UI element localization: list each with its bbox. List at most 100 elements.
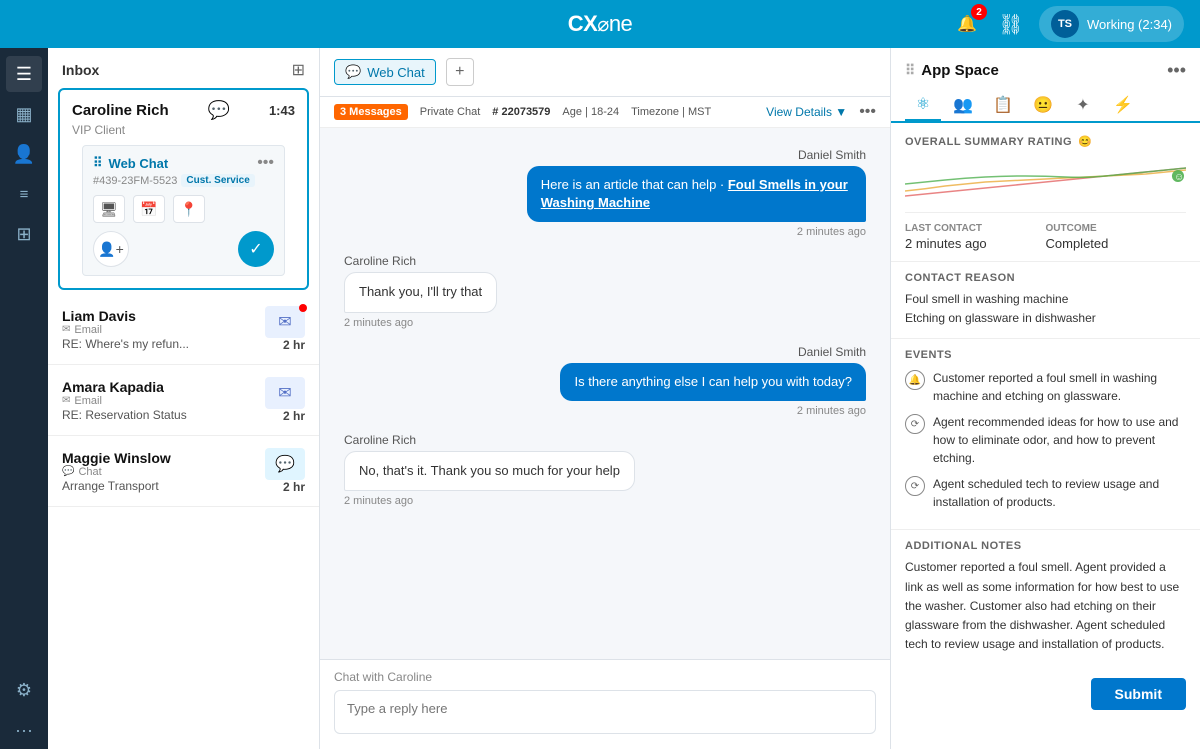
inbox-item-liam[interactable]: Liam Davis ✉ Email RE: Where's my refun.… [48,294,319,365]
webchat-meta: #439-23FM-5523 Cust. Service [93,174,274,187]
tab-contact[interactable]: 📋 [985,89,1021,121]
item-type: 💬 Chat [62,466,255,478]
inbox-icon: ☰ [16,64,32,85]
chat-tab-active[interactable]: 💬 Web Chat [334,59,436,85]
msg-sender: Daniel Smith [798,148,866,162]
lightning-icon: ⚡ [1113,95,1133,115]
submit-button[interactable]: Submit [1091,678,1186,710]
sidebar-item-reports[interactable]: ≡ [6,176,42,212]
agent-status-label: Working (2:34) [1087,17,1172,32]
add-tab-button[interactable]: + [446,58,474,86]
assign-button[interactable]: 👤+ [93,231,129,267]
inbox-item-content: Maggie Winslow 💬 Chat Arrange Transport [62,450,255,493]
active-contact-card[interactable]: Caroline Rich 💬 1:43 VIP Client ⠿ Web Ch… [58,88,309,290]
contact-reason-title: CONTACT REASON [905,272,1186,284]
reply-input[interactable] [334,690,876,734]
message-bubble: Here is an article that can help · Foul … [527,166,866,222]
check-icon: ✓ [249,239,262,259]
item-time: 2 hr [265,409,305,423]
reply-label: Chat with Caroline [334,670,876,684]
tab-summary[interactable]: ⚛ [905,89,941,121]
event-text-3: Agent scheduled tech to review usage and… [933,475,1186,511]
messages-button[interactable]: ⛓ [995,8,1027,40]
topbar: CX⌀ne 🔔 2 ⛓ TS Working (2:34) [0,0,1200,48]
submit-row: Submit [891,668,1200,724]
contact-reason-section: CONTACT REASON Foul smell in washing mac… [891,261,1200,338]
email-type-icon: ✉ [62,324,70,335]
sidebar-item-calendar[interactable]: ▦ [6,96,42,132]
inbox-item-content: Liam Davis ✉ Email RE: Where's my refun.… [62,308,255,351]
chat-options[interactable]: ••• [859,103,876,121]
inbox-panel: Inbox ⊞ Caroline Rich 💬 1:43 VIP Client … [48,48,320,749]
message-group-customer-2: Caroline Rich No, that's it. Thank you s… [344,433,866,507]
contact-subtitle: VIP Client [72,123,295,137]
location-action-btn[interactable]: 📍 [173,195,205,223]
left-nav: ☰ ▦ 👤 ≡ ⊞ ⚙ ··· [0,48,48,749]
sidebar-item-settings[interactable]: ⚙ [6,672,42,708]
notes-title: ADDITIONAL NOTES [905,540,1186,552]
tab-brightness[interactable]: ✦ [1065,89,1101,121]
agent-avatar: TS [1051,10,1079,38]
timezone-label: Timezone | MST [631,106,711,118]
happy-emoji: 😊 [1078,135,1092,148]
email-type-icon2: ✉ [62,395,70,406]
sidebar-item-dashboard[interactable]: ⊞ [6,216,42,252]
inbox-list-toggle[interactable]: ⊞ [292,60,305,80]
item-subject: RE: Reservation Status [62,408,255,422]
calendar-action-btn[interactable]: 📅 [133,195,165,223]
drag-handle[interactable]: ⠿ [93,155,103,171]
event-item-1: 🔔 Customer reported a foul smell in wash… [905,369,1186,405]
chat-id: # 22073579 [492,106,550,118]
inbox-item-amara[interactable]: Amara Kapadia ✉ Email RE: Reservation St… [48,365,319,436]
item-subject: RE: Where's my refun... [62,337,255,351]
sidebar-item-inbox[interactable]: ☰ [6,56,42,92]
logo: CX⌀ne [568,11,633,37]
svg-text:☺: ☺ [1174,172,1184,183]
monitor-icon: 🖥 [100,201,118,218]
msg-sender: Caroline Rich [344,433,416,447]
envelope-icon2: ✉ [278,383,291,403]
summary-section: OVERALL SUMMARY RATING 😊 ☺ [891,123,1200,261]
reply-area: Chat with Caroline [320,659,890,749]
item-name: Maggie Winslow [62,450,255,466]
notifications-button[interactable]: 🔔 2 [951,8,983,40]
webchat-tab-icon: 💬 [345,64,361,80]
webchat-options[interactable]: ••• [257,154,274,172]
calendar-icon: ▦ [15,104,32,125]
events-title: EVENTS [905,349,1186,361]
service-badge: Cust. Service [181,174,254,187]
location-icon: 📍 [180,201,197,218]
accept-button[interactable]: ✓ [238,231,274,267]
tab-mood[interactable]: 😐 [1025,89,1061,121]
item-time: 2 hr [265,338,305,352]
webchat-title: ⠿ Web Chat [93,155,168,171]
item-type: ✉ Email [62,395,255,407]
item-time-area: 💬 2 hr [265,448,305,494]
additional-notes-section: ADDITIONAL NOTES Customer reported a fou… [891,529,1200,668]
video-action-btn[interactable]: 🖥 [93,195,125,223]
sidebar-item-contacts[interactable]: 👤 [6,136,42,172]
sidebar-more[interactable]: ··· [7,712,41,749]
view-details-link[interactable]: View Details ▼ [766,105,847,119]
summary-title: OVERALL SUMMARY RATING 😊 [905,135,1186,148]
message-group-agent-2: Daniel Smith Is there anything else I ca… [344,345,866,417]
message-bubble: Is there anything else I can help you wi… [560,363,866,401]
inbox-item-maggie[interactable]: Maggie Winslow 💬 Chat Arrange Transport … [48,436,319,507]
notification-badge: 2 [971,4,987,20]
envelope-icon: ✉ [278,312,291,332]
item-time-area: ✉ 2 hr [265,377,305,423]
last-contact-stat: LAST CONTACT 2 minutes ago [905,223,1046,251]
app-space-title: ⠿ App Space [905,62,999,79]
item-subject: Arrange Transport [62,479,255,493]
tab-lightning[interactable]: ⚡ [1105,89,1141,121]
app-space-options[interactable]: ••• [1167,60,1186,81]
inbox-header: Inbox ⊞ [48,48,319,88]
article-link[interactable]: Foul Smells in your Washing Machine [541,177,848,210]
assign-icon: 👤+ [98,241,124,258]
agent-status-button[interactable]: TS Working (2:34) [1039,6,1184,42]
message-bubble: Thank you, I'll try that [344,272,497,312]
team-icon: 👥 [953,95,973,115]
action-icons: 🖥 📅 📍 [93,195,274,223]
message-bubble: No, that's it. Thank you so much for you… [344,451,635,491]
tab-team[interactable]: 👥 [945,89,981,121]
